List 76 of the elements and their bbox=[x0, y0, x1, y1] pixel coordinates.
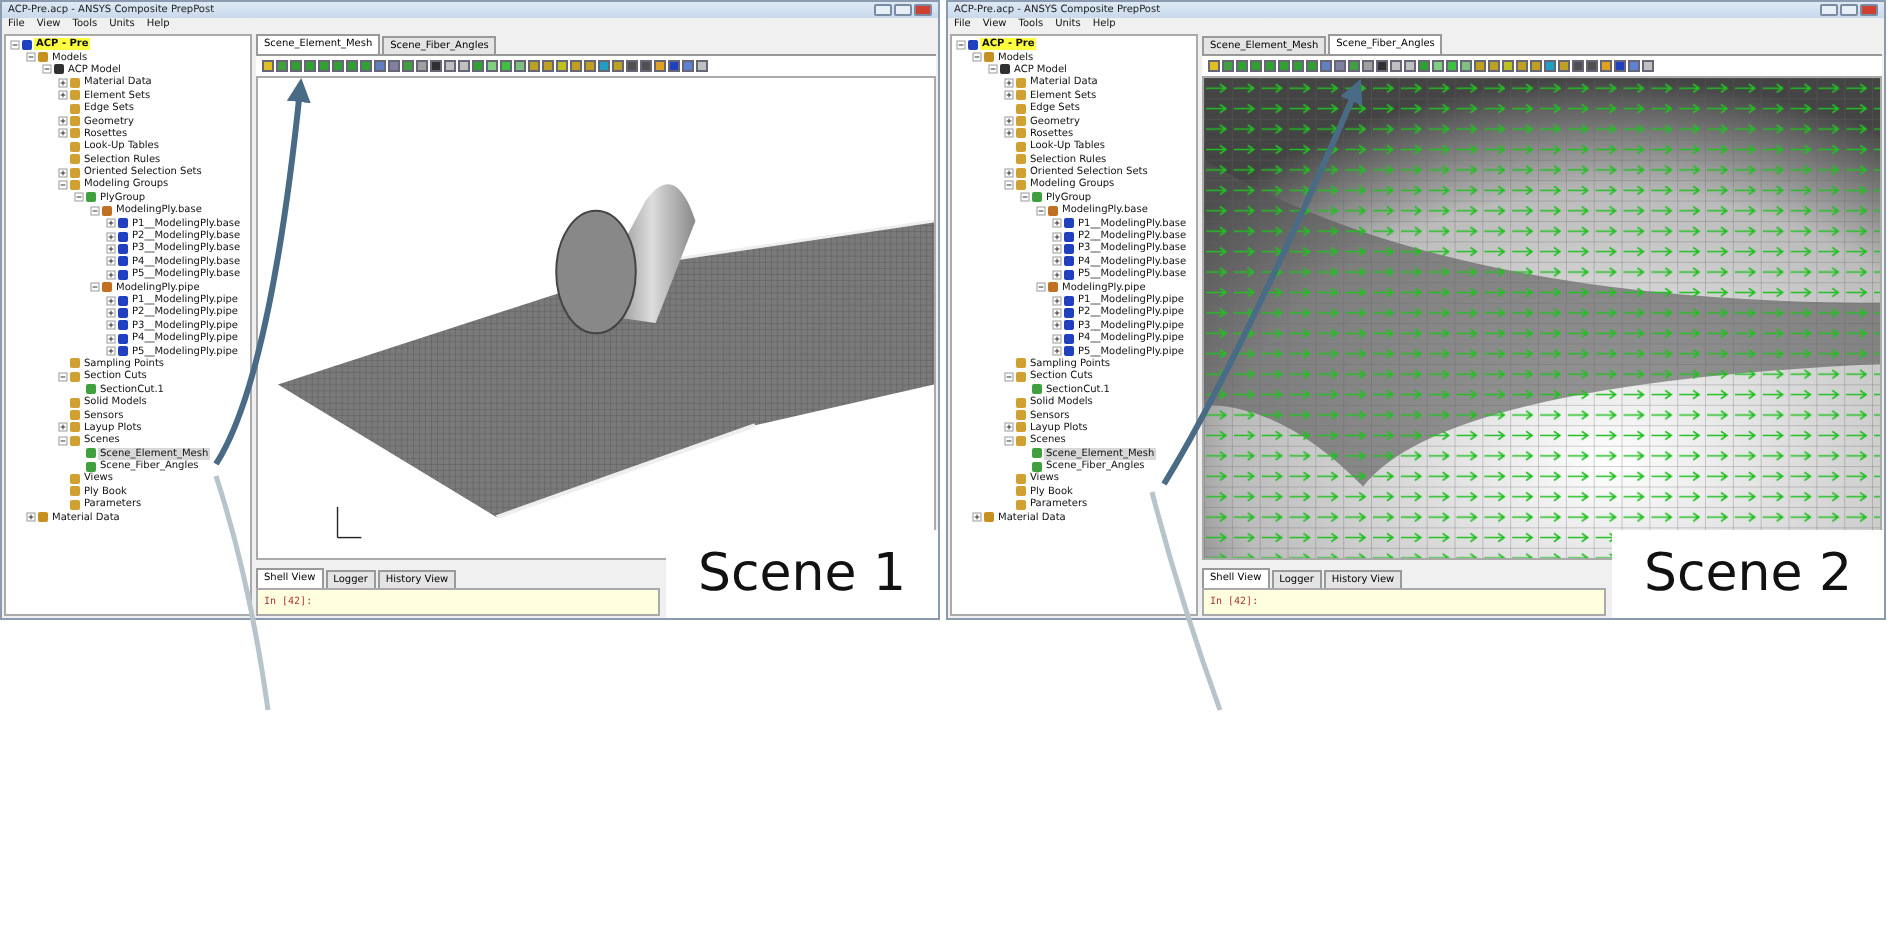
expand-icon[interactable] bbox=[106, 269, 116, 280]
expand-icon[interactable] bbox=[106, 243, 116, 254]
expand-icon[interactable] bbox=[1004, 90, 1014, 101]
maximize-button[interactable] bbox=[1840, 4, 1858, 16]
expand-icon[interactable] bbox=[1052, 295, 1062, 305]
collapse-icon[interactable] bbox=[1036, 282, 1046, 293]
tree-node-icon bbox=[22, 39, 32, 50]
expand-icon[interactable] bbox=[58, 90, 68, 101]
expand-icon[interactable] bbox=[106, 320, 116, 331]
collapse-icon[interactable] bbox=[58, 435, 68, 446]
expand-icon[interactable] bbox=[106, 256, 116, 267]
tree-node-icon bbox=[102, 282, 112, 293]
expand-icon[interactable] bbox=[58, 116, 68, 127]
expand-icon[interactable] bbox=[1052, 231, 1062, 242]
tree-node-icon bbox=[1032, 384, 1042, 395]
expand-icon[interactable] bbox=[58, 422, 68, 433]
collapse-icon[interactable] bbox=[1004, 435, 1014, 446]
collapse-icon[interactable] bbox=[1004, 179, 1014, 190]
expand-icon[interactable] bbox=[58, 77, 68, 88]
tree-node-icon bbox=[968, 39, 978, 50]
expand-icon[interactable] bbox=[106, 231, 116, 242]
expand-icon[interactable] bbox=[26, 512, 36, 523]
expand-icon[interactable] bbox=[106, 295, 116, 305]
collapse-icon[interactable] bbox=[90, 205, 100, 216]
expand-icon[interactable] bbox=[1052, 243, 1062, 254]
expand-icon[interactable] bbox=[1052, 307, 1062, 318]
tree-node-icon bbox=[38, 512, 48, 523]
expand-icon[interactable] bbox=[1004, 116, 1014, 127]
tree-node-icon bbox=[984, 512, 994, 523]
expand-icon[interactable] bbox=[1052, 333, 1062, 344]
close-button[interactable] bbox=[914, 4, 932, 16]
expand-icon[interactable] bbox=[1052, 320, 1062, 331]
expand-icon[interactable] bbox=[1052, 256, 1062, 267]
expand-icon[interactable] bbox=[1052, 269, 1062, 280]
collapse-icon[interactable] bbox=[972, 52, 982, 63]
tree-node-icon bbox=[984, 52, 994, 63]
collapse-icon[interactable] bbox=[74, 192, 84, 203]
expand-icon[interactable] bbox=[1004, 422, 1014, 433]
tree-node-icon bbox=[86, 192, 96, 203]
collapse-icon[interactable] bbox=[58, 371, 68, 382]
expand-icon[interactable] bbox=[106, 307, 116, 318]
scene-caption: Scene 1 bbox=[666, 530, 938, 618]
expand-icon[interactable] bbox=[106, 218, 116, 229]
tree-node-icon bbox=[54, 64, 64, 75]
collapse-icon[interactable] bbox=[1020, 192, 1030, 203]
collapse-icon[interactable] bbox=[42, 64, 52, 75]
maximize-button[interactable] bbox=[894, 4, 912, 16]
collapse-icon[interactable] bbox=[58, 179, 68, 190]
tree-node-icon bbox=[1048, 205, 1058, 216]
expand-icon[interactable] bbox=[1052, 218, 1062, 229]
expand-icon[interactable] bbox=[1052, 346, 1062, 357]
expand-icon[interactable] bbox=[106, 346, 116, 357]
expand-icon[interactable] bbox=[58, 128, 68, 139]
expand-icon[interactable] bbox=[1004, 167, 1014, 178]
tree-node-icon bbox=[86, 384, 96, 395]
collapse-icon[interactable] bbox=[988, 64, 998, 75]
minimize-button[interactable] bbox=[1820, 4, 1838, 16]
collapse-icon[interactable] bbox=[956, 39, 966, 50]
close-button[interactable] bbox=[1860, 4, 1878, 16]
collapse-icon[interactable] bbox=[1036, 205, 1046, 216]
expand-icon[interactable] bbox=[972, 512, 982, 523]
collapse-icon[interactable] bbox=[90, 282, 100, 293]
expand-icon[interactable] bbox=[106, 333, 116, 344]
expand-icon[interactable] bbox=[1004, 128, 1014, 139]
minimize-button[interactable] bbox=[874, 4, 892, 16]
collapse-icon[interactable] bbox=[10, 39, 20, 50]
tree-node-icon bbox=[102, 205, 112, 216]
collapse-icon[interactable] bbox=[26, 52, 36, 63]
tree-node-icon bbox=[1000, 64, 1010, 75]
tree-node-icon bbox=[38, 52, 48, 63]
scene-caption: Scene 2 bbox=[1612, 530, 1884, 618]
collapse-icon[interactable] bbox=[1004, 371, 1014, 382]
expand-icon[interactable] bbox=[58, 167, 68, 178]
expand-icon[interactable] bbox=[1004, 77, 1014, 88]
tree-node-icon bbox=[1048, 282, 1058, 293]
tree-node-icon bbox=[1032, 192, 1042, 203]
